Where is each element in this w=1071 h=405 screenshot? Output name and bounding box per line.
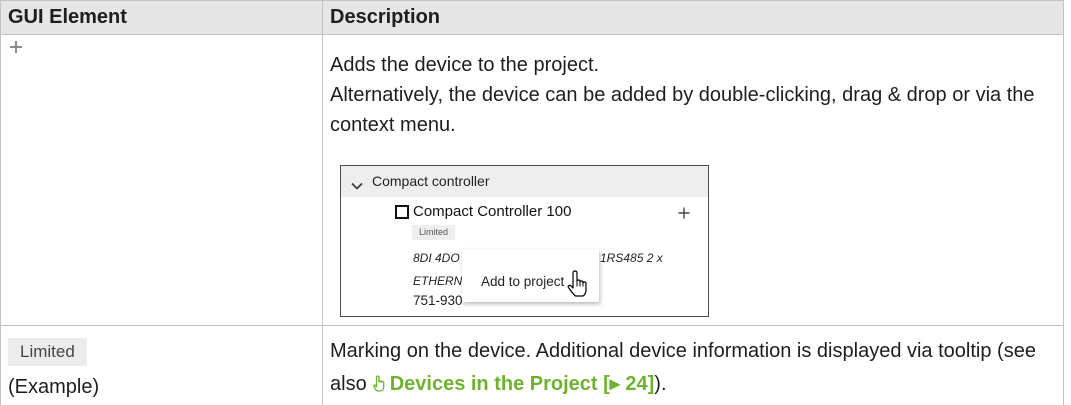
device-detail-text: ETHERN: [413, 274, 463, 288]
example-caption: (Example): [8, 376, 100, 398]
row-1-description: Adds the device to the project. Alternat…: [330, 50, 1060, 140]
row-2-description: Marking on the device. Additional device…: [330, 335, 1060, 401]
plus-icon: [9, 40, 23, 54]
device-badge: Limited: [412, 225, 456, 240]
row-divider: [0, 325, 1064, 326]
device-name: Compact Controller 100: [413, 203, 572, 220]
link-pointer-icon: [372, 375, 385, 392]
header-divider: [0, 34, 1064, 35]
order-number: 751-930: [413, 293, 463, 308]
limited-badge: Limited: [8, 338, 87, 366]
column-header-gui-element: GUI Element: [8, 6, 127, 28]
device-detail-text: 8DI 4DO: [413, 251, 460, 265]
plus-icon: [678, 206, 690, 219]
cross-reference-link[interactable]: Devices in the Project [▸ 24]: [390, 373, 655, 395]
hand-cursor-icon: [566, 270, 590, 298]
device-detail-text: 1RS485 2 x: [600, 251, 663, 265]
description-text-end: ).: [654, 373, 667, 395]
column-divider: [322, 0, 323, 405]
chevron-down-icon: [351, 177, 363, 190]
checkbox-icon: [395, 205, 409, 219]
description-paragraph: Alternatively, the device can be added b…: [330, 84, 1035, 136]
description-paragraph: Adds the device to the project.: [330, 54, 600, 76]
group-label: Compact controller: [372, 173, 490, 189]
column-header-description: Description: [330, 6, 441, 28]
example-screenshot: Compact controller Compact Controller 10…: [340, 165, 709, 317]
context-menu-item-add-to-project: Add to project: [481, 274, 565, 289]
